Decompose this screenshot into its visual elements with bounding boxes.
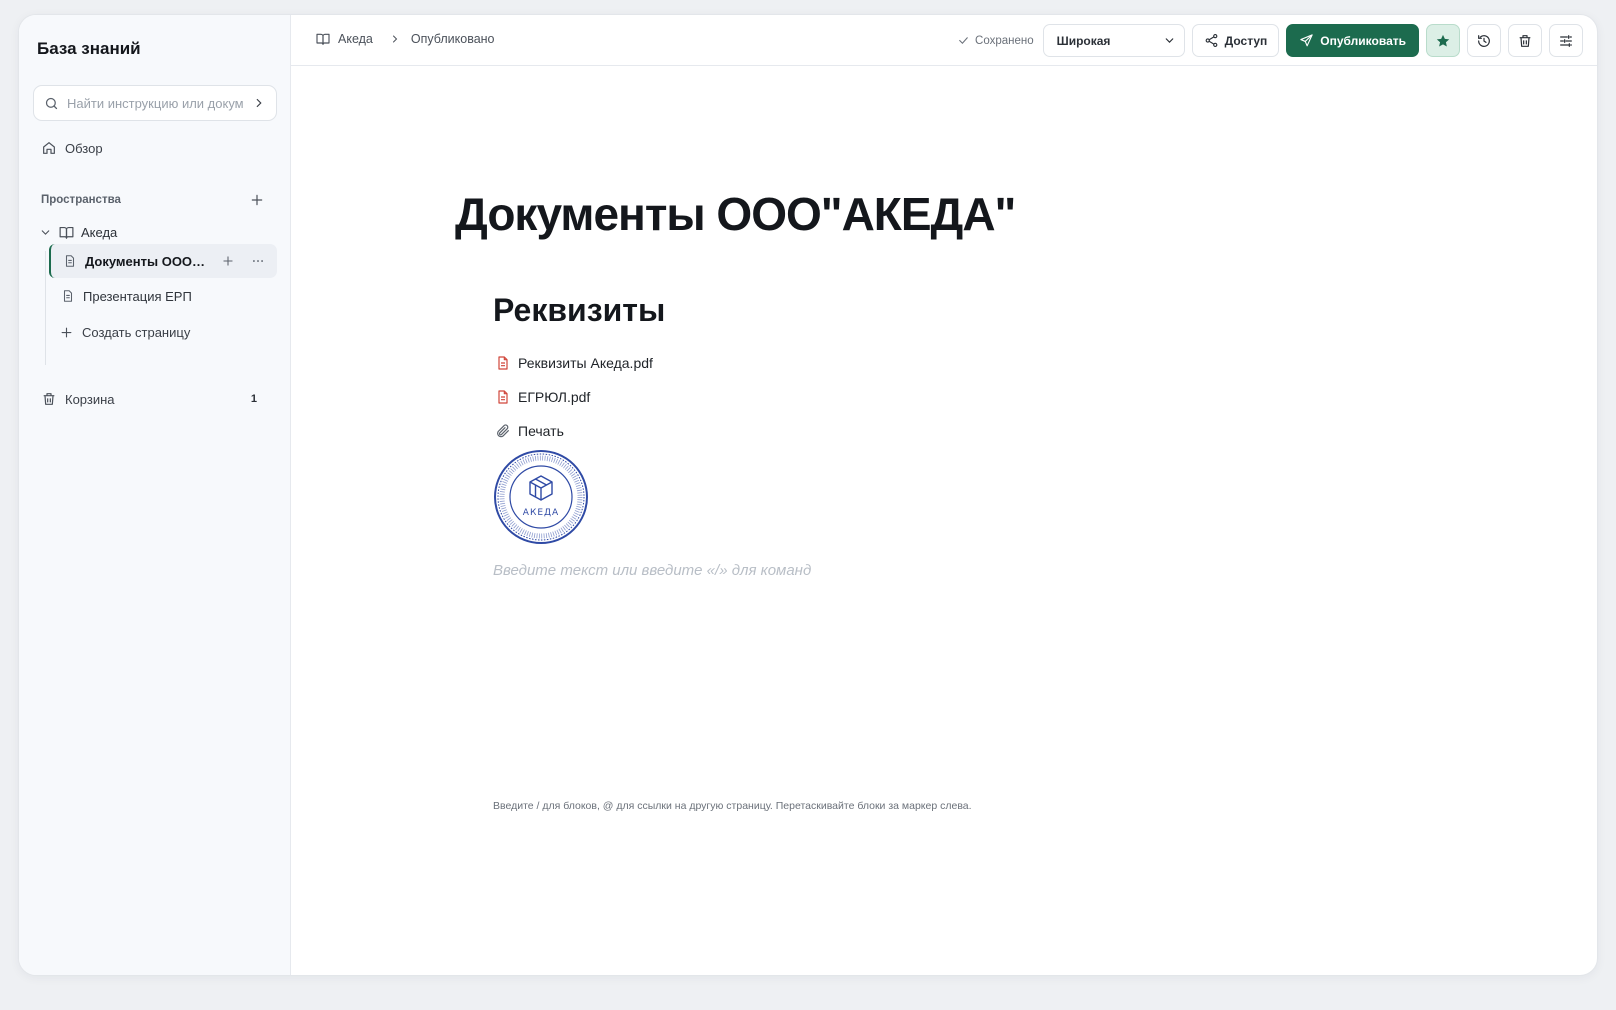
attachment-name: Печать xyxy=(518,423,564,439)
chevron-right-icon[interactable] xyxy=(252,96,266,110)
nav-overview-label: Обзор xyxy=(65,140,103,156)
breadcrumb-space-link[interactable]: Акеда xyxy=(338,32,373,46)
page-icon xyxy=(61,289,75,303)
editor-hint: Введите / для блоков, @ для ссылки на др… xyxy=(493,800,972,812)
chevron-right-icon xyxy=(389,33,401,45)
sidebar-page-label: Презентация ЕРП xyxy=(83,288,192,304)
create-page-button[interactable]: Создать страницу xyxy=(59,325,190,340)
publish-button-label: Опубликовать xyxy=(1320,33,1406,48)
create-page-label: Создать страницу xyxy=(82,325,191,340)
search-box[interactable] xyxy=(33,85,277,121)
breadcrumb: Акеда Опубликовано xyxy=(315,31,495,47)
spaces-section-label: Пространства xyxy=(41,194,121,206)
sidebar-title: База знаний xyxy=(37,39,141,58)
main-content: Акеда Опубликовано Сохранено Широкая Дос… xyxy=(291,15,1597,975)
space-item-akeda[interactable]: Акеда xyxy=(39,224,117,241)
send-icon xyxy=(1299,33,1314,48)
home-icon xyxy=(41,140,57,156)
settings-sliders-icon xyxy=(1558,33,1574,49)
plus-icon xyxy=(59,325,74,340)
attachment-name: Реквизиты Акеда.pdf xyxy=(518,355,653,371)
save-status-label: Сохранено xyxy=(975,34,1034,47)
sidebar-page-documents[interactable]: Документы ООО"АКЕДА" xyxy=(49,244,277,278)
trash-icon xyxy=(1517,33,1533,49)
chevron-down-icon[interactable] xyxy=(39,226,52,239)
toolbar: Сохранено Широкая Доступ Опубликовать xyxy=(957,24,1583,57)
star-icon xyxy=(1435,33,1451,49)
book-icon xyxy=(58,224,75,241)
top-bar: Акеда Опубликовано Сохранено Широкая Дос… xyxy=(291,15,1597,66)
publish-button[interactable]: Опубликовать xyxy=(1286,24,1419,57)
book-icon xyxy=(315,31,331,47)
history-button[interactable] xyxy=(1467,24,1501,57)
sidebar: База знаний Обзор Пространства xyxy=(19,15,291,975)
sidebar-page-label: Документы ООО"АКЕДА" xyxy=(85,253,209,269)
favorite-button[interactable] xyxy=(1426,24,1460,57)
share-icon xyxy=(1204,33,1219,48)
tree-guide-line xyxy=(45,251,46,365)
check-icon xyxy=(957,34,970,47)
access-button-label: Доступ xyxy=(1224,33,1268,48)
chevron-down-icon xyxy=(1163,34,1176,47)
page-width-value: Широкая xyxy=(1056,33,1111,48)
company-stamp-image[interactable]: АКЕДА xyxy=(493,449,589,545)
more-icon[interactable] xyxy=(247,250,269,272)
page-icon xyxy=(63,254,77,268)
history-icon xyxy=(1476,33,1492,49)
paperclip-icon xyxy=(495,423,511,439)
pdf-file-icon xyxy=(495,355,511,371)
trash-count-badge: 1 xyxy=(250,393,257,405)
sidebar-page-presentation[interactable]: Презентация ЕРП xyxy=(49,279,277,313)
attachment-name: ЕГРЮЛ.pdf xyxy=(518,389,591,405)
editor-placeholder[interactable]: Введите текст или введите «/» для команд xyxy=(493,562,811,579)
access-button[interactable]: Доступ xyxy=(1191,24,1280,57)
document-title[interactable]: Документы ООО"АКЕДА" xyxy=(455,187,1016,241)
search-icon xyxy=(44,96,59,111)
attachment-item[interactable]: Печать xyxy=(495,423,564,439)
search-input[interactable] xyxy=(67,95,244,111)
sidebar-item-trash[interactable]: Корзина 1 xyxy=(41,391,257,407)
trash-icon xyxy=(41,391,57,407)
pdf-file-icon xyxy=(495,389,511,405)
space-name: Акеда xyxy=(81,225,118,240)
add-subpage-plus-icon[interactable] xyxy=(217,250,239,272)
stamp-text: АКЕДА xyxy=(523,508,559,518)
page-width-select[interactable]: Широкая xyxy=(1042,24,1185,57)
breadcrumb-status: Опубликовано xyxy=(410,32,495,46)
section-heading[interactable]: Реквизиты xyxy=(493,292,665,329)
nav-overview[interactable]: Обзор xyxy=(41,140,103,156)
trash-label: Корзина xyxy=(65,391,115,407)
add-space-plus-icon[interactable] xyxy=(249,192,265,208)
app-window: База знаний Обзор Пространства xyxy=(18,14,1598,976)
page-settings-button[interactable] xyxy=(1549,24,1583,57)
save-status: Сохранено xyxy=(957,34,1034,47)
attachment-item[interactable]: ЕГРЮЛ.pdf xyxy=(495,389,590,405)
delete-button[interactable] xyxy=(1508,24,1542,57)
attachment-item[interactable]: Реквизиты Акеда.pdf xyxy=(495,355,653,371)
